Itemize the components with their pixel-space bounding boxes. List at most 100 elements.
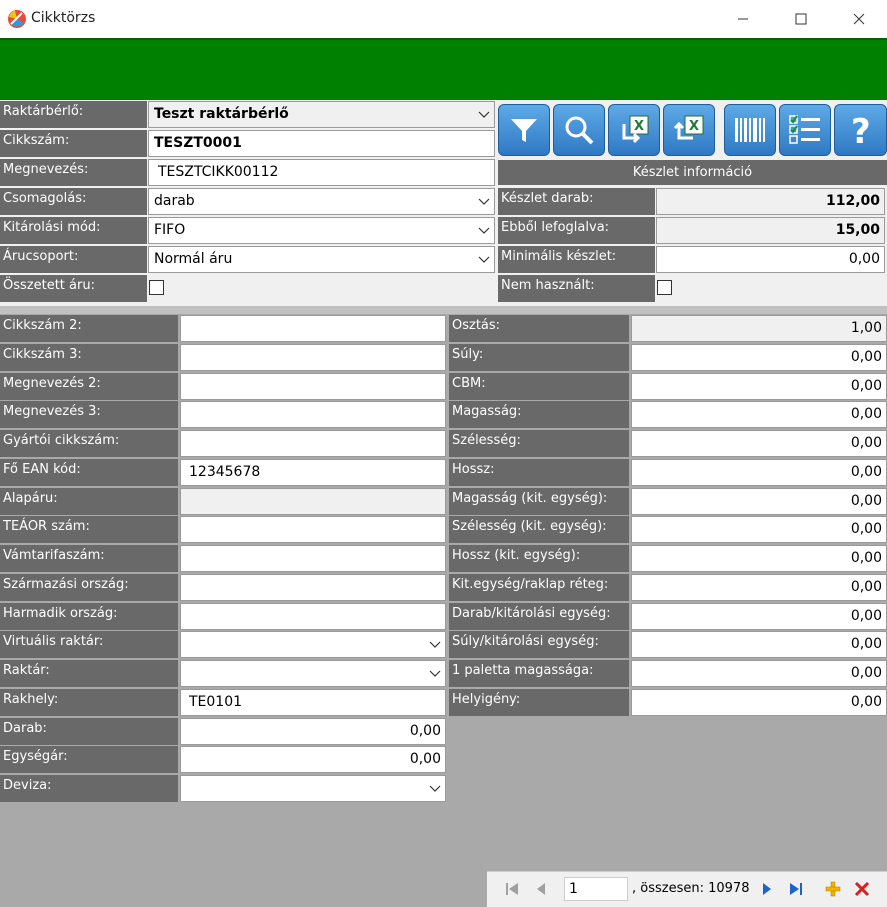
field-label: Szélesség: <box>449 430 629 457</box>
field-input[interactable]: 12345678 <box>180 459 446 486</box>
field-input[interactable]: 0,00 <box>631 574 887 601</box>
field-input[interactable]: 0,00 <box>180 718 446 745</box>
field-value: 0,00 <box>850 349 882 365</box>
field-label: Fő EAN kód: <box>0 459 178 486</box>
search-button[interactable] <box>553 104 605 156</box>
packaging-select[interactable]: darab <box>148 188 495 215</box>
chevron-down-icon <box>429 785 441 792</box>
chevron-down-icon <box>478 256 490 263</box>
field-value: TE0101 <box>189 694 243 710</box>
sku-input[interactable]: TESZT0001 <box>148 130 495 157</box>
field-input[interactable]: 0,00 <box>631 631 887 658</box>
field-select[interactable] <box>180 775 446 802</box>
delete-record-icon[interactable] <box>853 880 871 898</box>
svg-text:?: ? <box>851 112 871 148</box>
name-label: Megnevezés: <box>0 159 147 186</box>
field-input[interactable]: 0,00 <box>631 689 887 716</box>
barcode-button[interactable] <box>724 104 776 156</box>
field-label: CBM: <box>449 373 629 400</box>
section-divider <box>0 306 887 314</box>
field-label: Súly: <box>449 344 629 371</box>
last-record-icon[interactable] <box>787 880 805 898</box>
next-record-icon[interactable] <box>758 880 776 898</box>
picking-mode-select[interactable]: FIFO <box>148 217 495 244</box>
first-record-icon[interactable] <box>503 880 521 898</box>
field-value: 0,00 <box>850 694 882 710</box>
field-value: 0,00 <box>850 665 882 681</box>
app-logo-icon <box>8 10 26 28</box>
field-label: TEÁOR szám: <box>0 516 178 543</box>
field-input[interactable]: 0,00 <box>631 488 887 515</box>
field-value: 0,00 <box>850 378 882 394</box>
field-input[interactable] <box>180 401 446 428</box>
field-input[interactable] <box>180 516 446 543</box>
picking-mode-value: FIFO <box>154 222 186 238</box>
excel-import-button[interactable]: X <box>608 104 660 156</box>
field-value: 0,00 <box>850 636 882 652</box>
field-input[interactable] <box>180 344 446 371</box>
field-input[interactable]: TE0101 <box>180 689 446 716</box>
add-record-icon[interactable] <box>824 880 842 898</box>
maximize-button[interactable] <box>778 0 824 38</box>
excel-export-button[interactable]: X <box>663 104 715 156</box>
field-input[interactable]: 0,00 <box>631 603 887 630</box>
product-group-select[interactable]: Normál áru <box>148 246 495 273</box>
stock-qty-field: 112,00 <box>656 188 885 215</box>
field-value: 1,00 <box>850 320 882 336</box>
field-label: Származási ország: <box>0 574 178 601</box>
maximize-icon <box>795 13 807 25</box>
field-value: 0,00 <box>850 435 882 451</box>
field-input[interactable]: 0,00 <box>631 373 887 400</box>
field-value: 12345678 <box>189 464 261 480</box>
field-input[interactable]: 0,00 <box>631 516 887 543</box>
tenant-select[interactable]: Teszt raktárbérlő <box>148 101 495 128</box>
window-title: Cikktörzs <box>31 10 96 26</box>
field-label: Megnevezés 3: <box>0 401 178 428</box>
field-input[interactable] <box>180 603 446 630</box>
chevron-down-icon <box>429 641 441 648</box>
chevron-down-icon <box>478 198 490 205</box>
field-value: 0,00 <box>409 751 441 767</box>
field-input[interactable]: 0,00 <box>631 401 887 428</box>
field-label: Magasság (kit. egység): <box>449 488 629 515</box>
min-stock-input[interactable]: 0,00 <box>656 246 885 273</box>
field-label: Szélesség (kit. egység): <box>449 516 629 543</box>
minimize-button[interactable] <box>720 0 766 38</box>
field-input[interactable]: 0,00 <box>631 344 887 371</box>
tenant-label: Raktárbérlő: <box>0 101 147 128</box>
filter-button[interactable] <box>498 104 550 156</box>
field-input[interactable] <box>180 574 446 601</box>
field-input[interactable]: 0,00 <box>180 746 446 773</box>
field-label: Alapáru: <box>0 488 178 515</box>
field-input[interactable]: 0,00 <box>631 459 887 486</box>
close-button[interactable] <box>836 0 882 38</box>
packaging-label: Csomagolás: <box>0 188 147 215</box>
field-input[interactable]: 0,00 <box>631 660 887 687</box>
field-value: 0,00 <box>850 579 882 595</box>
current-record-input[interactable]: 1 <box>564 877 628 901</box>
close-icon <box>853 13 865 25</box>
field-label: Rakhely: <box>0 689 178 716</box>
field-label: Kit.egység/raklap réteg: <box>449 574 629 601</box>
name-input[interactable]: TESZTCIKK00112 <box>148 159 495 186</box>
field-input[interactable] <box>180 545 446 572</box>
field-label: Hossz: <box>449 459 629 486</box>
unused-label: Nem használt: <box>498 275 655 302</box>
name-value: TESZTCIKK00112 <box>158 164 279 180</box>
composite-checkbox[interactable] <box>149 280 164 295</box>
checklist-button[interactable] <box>779 104 831 156</box>
field-select[interactable] <box>180 660 446 687</box>
field-select[interactable] <box>180 631 446 658</box>
field-input[interactable] <box>180 315 446 342</box>
field-value: 0,00 <box>850 493 882 509</box>
previous-record-icon[interactable] <box>532 880 550 898</box>
field-input[interactable]: 0,00 <box>631 430 887 457</box>
stock-info-header: Készlet információ <box>498 160 887 185</box>
unused-checkbox[interactable] <box>657 280 672 295</box>
chevron-down-icon <box>478 227 490 234</box>
field-input[interactable]: 0,00 <box>631 545 887 572</box>
field-input[interactable] <box>180 373 446 400</box>
sku-label: Cikkszám: <box>0 130 147 157</box>
help-button[interactable]: ? <box>834 104 887 156</box>
field-input[interactable] <box>180 430 446 457</box>
